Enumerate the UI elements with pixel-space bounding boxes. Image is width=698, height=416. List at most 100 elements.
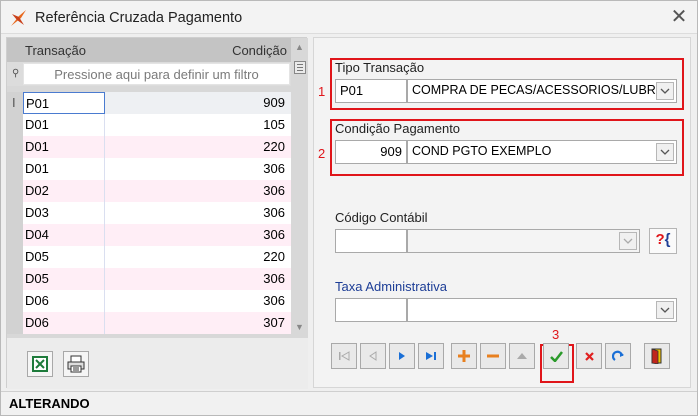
annotation-2: 2 — [318, 146, 326, 161]
add-record-button[interactable] — [451, 343, 477, 369]
status-bar: ALTERANDO — [1, 391, 697, 415]
delete-record-button[interactable] — [480, 343, 506, 369]
chevron-down-icon[interactable] — [656, 82, 674, 100]
checkmark-icon — [549, 350, 563, 362]
cell-transacao[interactable]: D01 — [23, 114, 105, 136]
table-row[interactable]: D01 220 — [7, 136, 291, 158]
minus-icon — [487, 354, 499, 358]
confirm-button[interactable] — [543, 343, 569, 369]
table-row[interactable]: D05 306 — [7, 268, 291, 290]
exit-button[interactable] — [644, 343, 670, 369]
row-indicator[interactable] — [7, 158, 23, 180]
grid-panel: Transação Condição ⚲ Pressione aqui para… — [6, 37, 308, 389]
table-row[interactable]: I P01 909 — [7, 92, 291, 114]
table-row[interactable]: D06 306 — [7, 290, 291, 312]
next-record-icon — [399, 352, 405, 360]
table-row[interactable]: D04 306 — [7, 224, 291, 246]
grid-scrollbar[interactable]: ▲ ▼ — [291, 38, 308, 338]
row-indicator[interactable] — [7, 224, 23, 246]
table-row[interactable]: D06 307 — [7, 312, 291, 334]
cell-condicao[interactable]: 306 — [105, 180, 291, 202]
table-row[interactable]: D03 306 — [7, 202, 291, 224]
table-row[interactable]: D01 105 — [7, 114, 291, 136]
row-indicator[interactable] — [7, 246, 23, 268]
table-row[interactable]: D01 306 — [7, 158, 291, 180]
condicao-pagamento-description: COND PGTO EXEMPLO — [412, 144, 552, 158]
row-indicator[interactable] — [7, 290, 23, 312]
window-title: Referência Cruzada Pagamento — [35, 10, 243, 26]
cell-condicao[interactable]: 306 — [105, 224, 291, 246]
refresh-button[interactable] — [605, 343, 631, 369]
cell-transacao[interactable]: D02 — [23, 180, 105, 202]
cell-transacao[interactable]: D04 — [23, 224, 105, 246]
row-indicator[interactable] — [7, 268, 23, 290]
scroll-up-icon[interactable]: ▲ — [295, 42, 304, 52]
cell-transacao[interactable]: D06 — [23, 312, 105, 334]
lookup-help-button[interactable]: ?{ — [649, 228, 677, 254]
chevron-down-icon[interactable] — [619, 232, 637, 250]
annotation-3: 3 — [552, 327, 560, 342]
filter-pin-icon: ⚲ — [12, 68, 20, 79]
close-icon[interactable]: ✕ — [669, 7, 689, 27]
cell-transacao[interactable]: P01 — [23, 92, 105, 114]
table-row[interactable]: D02 306 — [7, 180, 291, 202]
cell-transacao[interactable]: D06 — [23, 290, 105, 312]
row-indicator[interactable] — [7, 180, 23, 202]
cell-condicao[interactable]: 306 — [105, 268, 291, 290]
row-cursor-indicator[interactable]: I — [7, 92, 23, 114]
cell-condicao[interactable]: 220 — [105, 136, 291, 158]
cell-transacao[interactable]: D03 — [23, 202, 105, 224]
grid-toolbar — [7, 338, 308, 389]
row-indicator[interactable] — [7, 312, 23, 334]
cell-transacao[interactable]: D01 — [23, 158, 105, 180]
edit-record-button[interactable] — [509, 343, 535, 369]
cell-condicao[interactable]: 306 — [105, 158, 291, 180]
scroll-down-icon[interactable]: ▼ — [295, 322, 304, 332]
grid-header: Transação Condição — [7, 38, 291, 62]
print-button[interactable] — [63, 351, 89, 377]
row-indicator[interactable] — [7, 136, 23, 158]
form-panel: 1 Tipo Transação P01 COMPRA DE PECAS/ACE… — [313, 37, 691, 388]
cancel-button[interactable] — [576, 343, 602, 369]
cell-transacao[interactable]: D05 — [23, 246, 105, 268]
row-indicator[interactable] — [7, 114, 23, 136]
cell-transacao[interactable]: D01 — [23, 136, 105, 158]
cell-condicao[interactable]: 306 — [105, 202, 291, 224]
cell-condicao[interactable]: 105 — [105, 114, 291, 136]
tipo-transacao-combo[interactable]: COMPRA DE PECAS/ACESSORIOS/LUBRI — [407, 79, 677, 103]
last-record-icon — [426, 352, 436, 360]
first-record-icon — [339, 351, 350, 361]
taxa-administrativa-code-input[interactable] — [335, 298, 407, 322]
app-logo-icon — [11, 10, 26, 26]
chevron-down-icon[interactable] — [656, 143, 674, 161]
cell-condicao[interactable]: 307 — [105, 312, 291, 334]
cell-condicao[interactable]: 306 — [105, 290, 291, 312]
column-header-transacao[interactable]: Transação — [25, 43, 86, 58]
taxa-administrativa-combo[interactable] — [407, 298, 677, 322]
condicao-pagamento-combo[interactable]: COND PGTO EXEMPLO — [407, 140, 677, 164]
tipo-transacao-description: COMPRA DE PECAS/ACESSORIOS/LUBRI — [412, 83, 660, 97]
help-lookup-icon: ?{ — [655, 231, 671, 248]
printer-icon — [67, 355, 85, 373]
chevron-down-icon[interactable] — [656, 301, 674, 319]
filter-input[interactable]: Pressione aqui para definir um filtro — [23, 63, 290, 85]
next-record-button[interactable] — [389, 343, 415, 369]
condicao-pagamento-code-input[interactable]: 909 — [335, 140, 407, 164]
row-indicator[interactable] — [7, 202, 23, 224]
cell-transacao[interactable]: D05 — [23, 268, 105, 290]
column-header-condicao[interactable]: Condição — [232, 43, 287, 58]
codigo-contabil-code-input[interactable] — [335, 229, 407, 253]
codigo-contabil-combo[interactable] — [407, 229, 640, 253]
tipo-transacao-code-input[interactable]: P01 — [335, 79, 407, 103]
last-record-button[interactable] — [418, 343, 444, 369]
table-row[interactable]: D05 220 — [7, 246, 291, 268]
dialog-window: Referência Cruzada Pagamento ✕ Transação… — [0, 0, 698, 416]
previous-record-button[interactable] — [360, 343, 386, 369]
tipo-transacao-label: Tipo Transação — [335, 60, 425, 75]
first-record-button[interactable] — [331, 343, 357, 369]
export-excel-button[interactable] — [27, 351, 53, 377]
cell-condicao[interactable]: 909 — [105, 92, 291, 114]
column-chooser-icon[interactable] — [294, 61, 306, 74]
cell-condicao[interactable]: 220 — [105, 246, 291, 268]
triangle-up-icon — [517, 353, 527, 359]
